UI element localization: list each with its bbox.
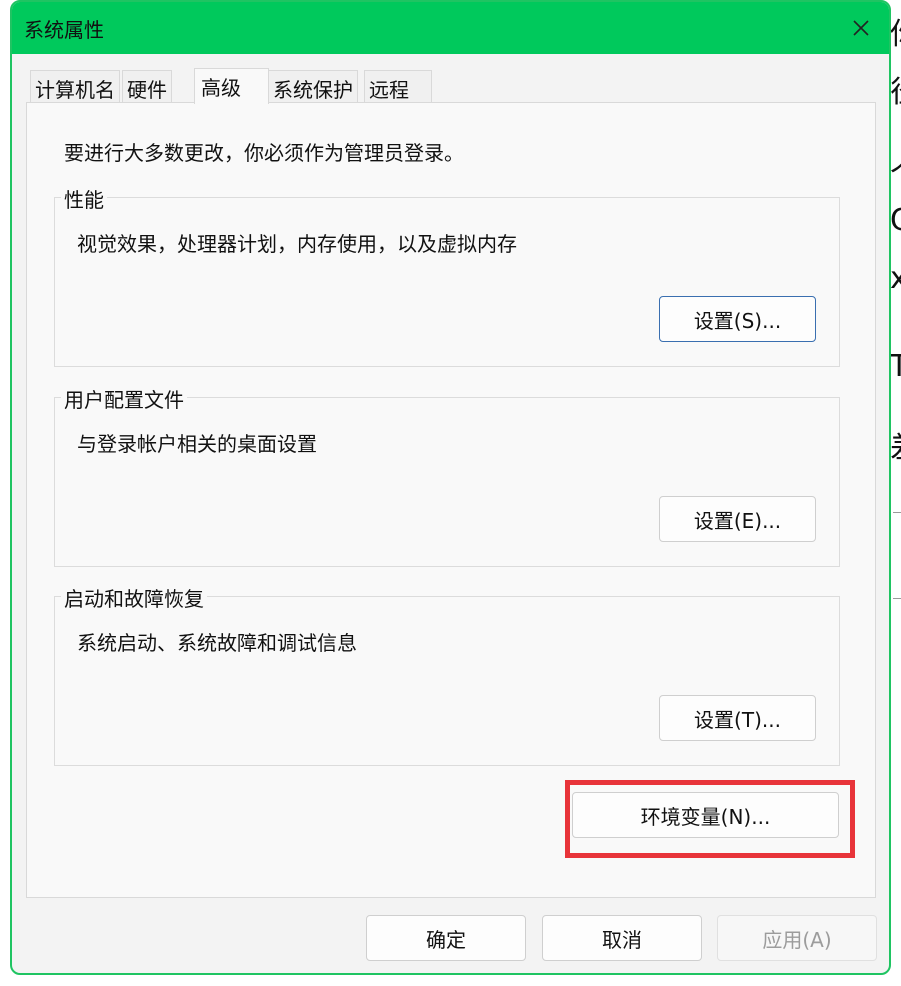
background-divider bbox=[893, 512, 901, 513]
user-profiles-description: 与登录帐户相关的桌面设置 bbox=[77, 432, 317, 456]
title-bar[interactable]: 系统属性 bbox=[12, 2, 889, 54]
performance-settings-button[interactable]: 设置(S)... bbox=[659, 296, 816, 342]
user-profiles-group: 用户配置文件 与登录帐户相关的桌面设置 设置(E)... bbox=[54, 384, 840, 567]
cancel-button[interactable]: 取消 bbox=[542, 915, 702, 961]
tab-hardware[interactable]: 硬件 bbox=[122, 70, 172, 102]
close-button[interactable] bbox=[843, 10, 879, 46]
tab-advanced[interactable]: 高级 bbox=[194, 68, 269, 104]
background-glyph: x bbox=[890, 261, 901, 296]
background-glyph: C bbox=[890, 203, 901, 238]
background-glyph: T bbox=[890, 349, 901, 384]
advanced-tab-panel: 要进行大多数更改，你必须作为管理员登录。 性能 视觉效果，处理器计划，内存使用，… bbox=[26, 102, 876, 898]
startup-recovery-group: 启动和故障恢复 系统启动、系统故障和调试信息 设置(T)... bbox=[54, 583, 840, 766]
background-glyph: 你 bbox=[890, 20, 901, 50]
background-glyph: 径 bbox=[890, 78, 901, 108]
performance-group-title: 性能 bbox=[61, 184, 107, 213]
tab-computer-name[interactable]: 计算机名 bbox=[30, 70, 120, 102]
user-profiles-settings-button[interactable]: 设置(E)... bbox=[659, 496, 816, 542]
system-properties-dialog: 系统属性 计算机名 硬件 高级 系统保护 远程 要进行大多数更改，你必须作为管理… bbox=[10, 0, 891, 975]
tab-system-protection[interactable]: 系统保护 bbox=[268, 70, 358, 102]
apply-button[interactable]: 应用(A) bbox=[717, 915, 877, 961]
startup-recovery-description: 系统启动、系统故障和调试信息 bbox=[77, 631, 357, 655]
user-profiles-group-title: 用户配置文件 bbox=[61, 384, 187, 413]
performance-group: 性能 视觉效果，处理器计划，内存使用，以及虚拟内存 设置(S)... bbox=[54, 184, 840, 367]
ok-button[interactable]: 确定 bbox=[366, 915, 526, 961]
startup-recovery-settings-button[interactable]: 设置(T)... bbox=[659, 695, 816, 741]
background-glyph: 差 bbox=[890, 434, 901, 464]
admin-note: 要进行大多数更改，你必须作为管理员登录。 bbox=[64, 141, 464, 165]
performance-description: 视觉效果，处理器计划，内存使用，以及虚拟内存 bbox=[77, 232, 517, 256]
background-divider bbox=[893, 598, 901, 599]
background-glyph: 个 bbox=[890, 160, 901, 190]
startup-recovery-group-title: 启动和故障恢复 bbox=[61, 583, 207, 612]
tab-remote[interactable]: 远程 bbox=[364, 70, 432, 102]
environment-variables-button[interactable]: 环境变量(N)... bbox=[572, 792, 839, 838]
window-title: 系统属性 bbox=[24, 18, 104, 42]
close-icon bbox=[853, 20, 869, 36]
